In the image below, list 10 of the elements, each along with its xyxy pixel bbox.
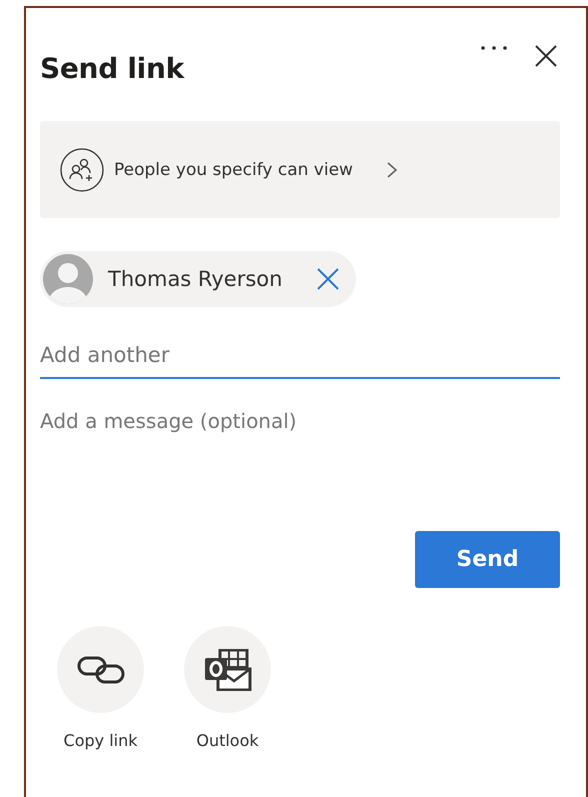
link-icon: [76, 654, 124, 684]
recipient-name: Thomas Ryerson: [108, 267, 282, 291]
chevron-right-icon: [384, 160, 399, 180]
permission-setting[interactable]: People you specify can view: [40, 121, 560, 218]
people-icon: [60, 148, 104, 192]
send-button[interactable]: Send: [415, 531, 560, 588]
mail-app-icon: [204, 648, 252, 690]
dialog-title: Send link: [40, 52, 184, 85]
share-option-label: Copy link: [64, 731, 138, 750]
share-option-label: Outlook: [196, 731, 259, 750]
